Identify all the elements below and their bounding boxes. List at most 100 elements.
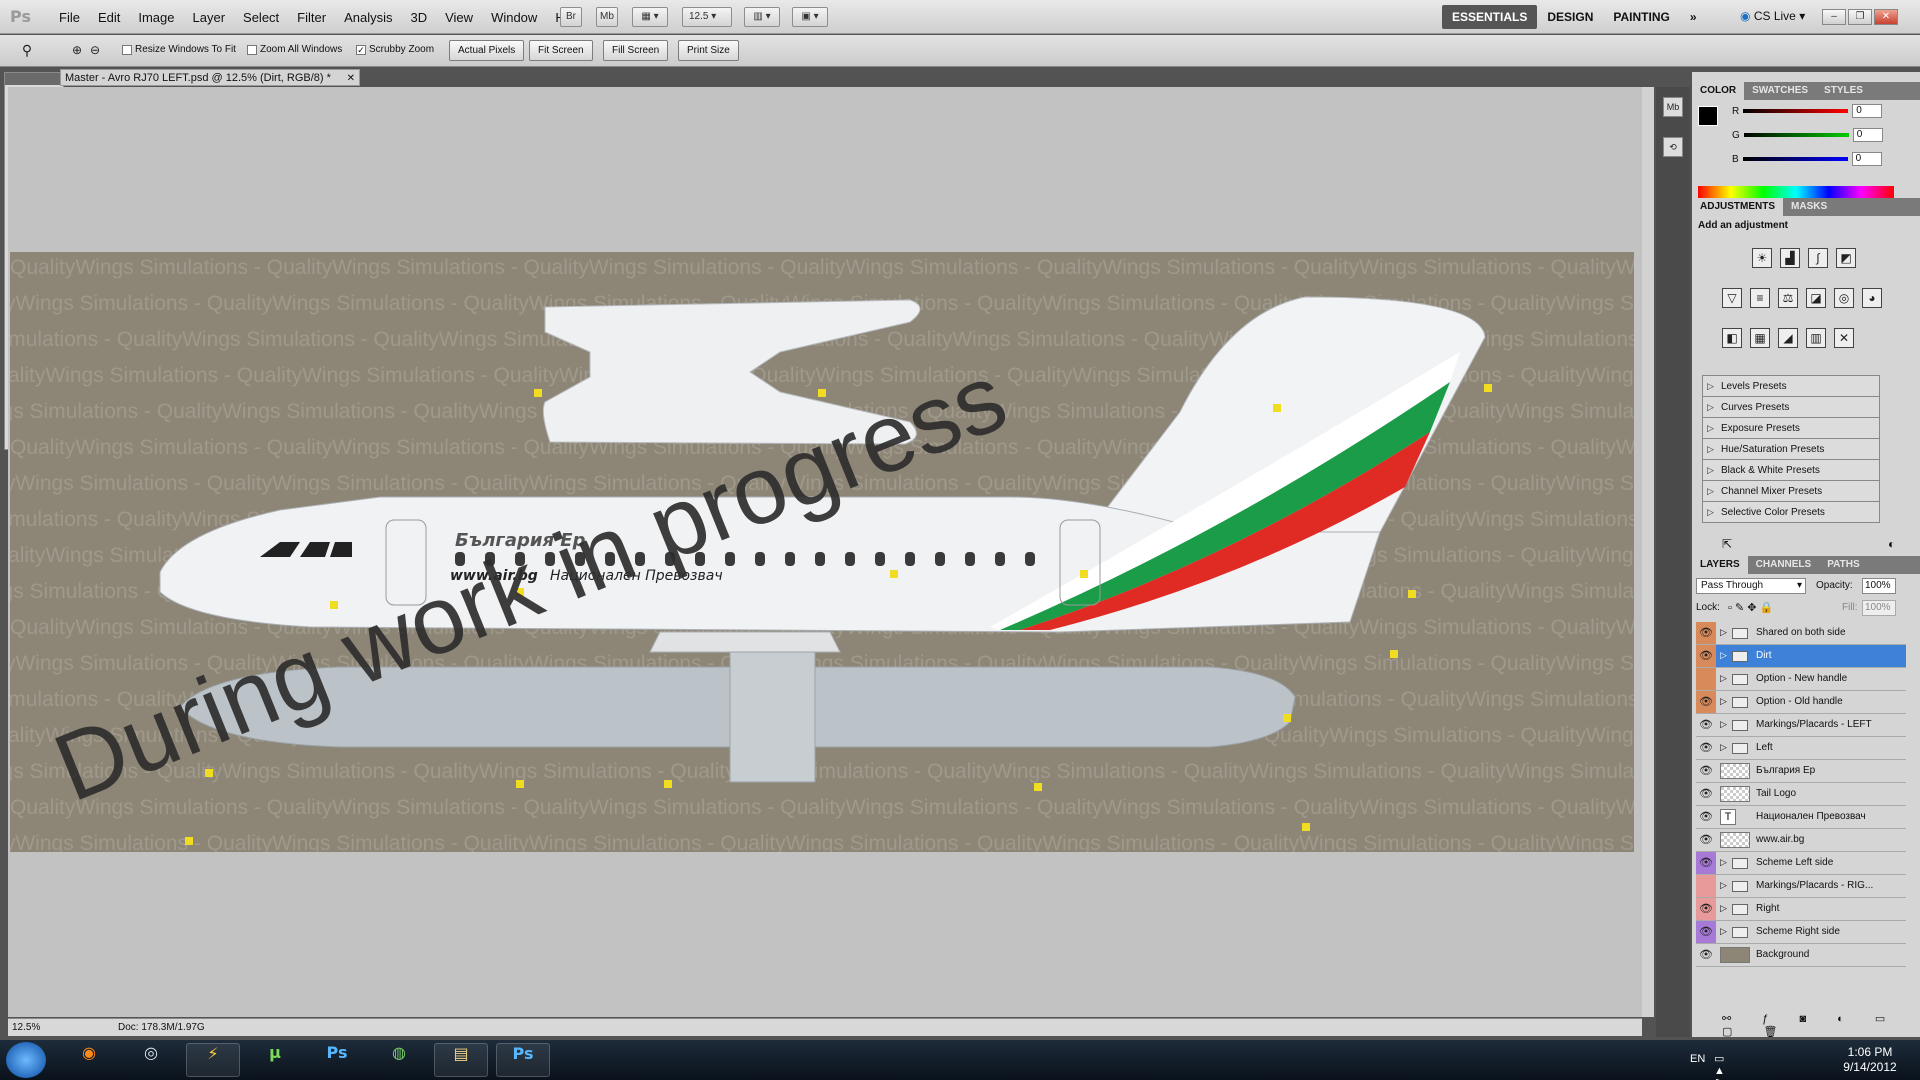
- posterize-icon[interactable]: ▦: [1750, 328, 1770, 348]
- vertical-scrollbar[interactable]: [1642, 87, 1654, 1017]
- layer-row[interactable]: ▷ Option - New handle: [1696, 668, 1906, 691]
- visibility-eye-icon[interactable]: 👁: [1696, 691, 1716, 713]
- tab-paths[interactable]: PATHS: [1819, 556, 1867, 574]
- layer-row[interactable]: 👁 ▷ Markings/Placards - LEFT: [1696, 714, 1906, 737]
- minimize-button[interactable]: –: [1822, 9, 1846, 25]
- arrange-documents-icon[interactable]: ▥ ▾: [744, 7, 780, 27]
- preset-channel-mixer[interactable]: Channel Mixer Presets: [1703, 481, 1879, 502]
- menu-select[interactable]: Select: [234, 10, 288, 25]
- visibility-eye-icon[interactable]: 👁: [1696, 898, 1716, 920]
- tab-color[interactable]: COLOR: [1692, 82, 1745, 100]
- expand-arrow-icon[interactable]: ▷: [1720, 857, 1727, 868]
- visibility-eye-icon[interactable]: 👁: [1696, 737, 1716, 759]
- fill-screen-button[interactable]: Fill Screen: [603, 40, 669, 61]
- taskbar-app-mvp[interactable]: ◎: [124, 1043, 178, 1077]
- layer-row[interactable]: 👁 www.air.bg: [1696, 829, 1906, 852]
- layer-row[interactable]: 👁 България Ер: [1696, 760, 1906, 783]
- zoom-level-select[interactable]: 12.5 ▾: [682, 7, 732, 27]
- layer-row[interactable]: 👁 ▷ Scheme Right side: [1696, 921, 1906, 944]
- menu-3d[interactable]: 3D: [401, 10, 436, 25]
- selective-color-icon[interactable]: ✕: [1834, 328, 1854, 348]
- gradient-map-icon[interactable]: ▥: [1806, 328, 1826, 348]
- preset-curves[interactable]: Curves Presets: [1703, 397, 1879, 418]
- preset-black-white[interactable]: Black & White Presets: [1703, 460, 1879, 481]
- visibility-eye-icon[interactable]: 👁: [1696, 806, 1716, 828]
- expand-arrow-icon[interactable]: ▷: [1720, 650, 1727, 661]
- expand-arrow-icon[interactable]: ▷: [1720, 719, 1727, 730]
- blue-channel-value[interactable]: 0: [1851, 152, 1882, 166]
- visibility-eye-icon[interactable]: 👁: [1696, 622, 1716, 644]
- start-button[interactable]: [6, 1042, 46, 1078]
- visibility-eye-icon[interactable]: 👁: [1696, 829, 1716, 851]
- taskbar-app-utorrent[interactable]: µ: [248, 1043, 302, 1077]
- workspace-essentials[interactable]: ESSENTIALS: [1442, 5, 1538, 29]
- layer-row[interactable]: 👁 ▷ Dirt: [1696, 645, 1906, 668]
- vibrance-icon[interactable]: ▽: [1722, 288, 1742, 308]
- layer-row[interactable]: 👁 ▷ Left: [1696, 737, 1906, 760]
- visibility-eye-icon[interactable]: [1696, 668, 1716, 690]
- document-tab[interactable]: Master - Avro RJ70 LEFT.psd @ 12.5% (Dir…: [60, 69, 360, 86]
- screen-mode-icon[interactable]: ▣ ▾: [792, 7, 828, 27]
- history-panel-icon[interactable]: ⟲: [1663, 137, 1683, 157]
- channel-mixer-icon[interactable]: ◕: [1862, 288, 1882, 308]
- workspace-design[interactable]: DESIGN: [1537, 10, 1603, 24]
- zoom-tool-preset-icon[interactable]: ⚲: [16, 40, 38, 60]
- tab-adjustments[interactable]: ADJUSTMENTS: [1692, 198, 1784, 216]
- document-canvas-area[interactable]: QualityWings Simulations - QualityWings …: [8, 87, 1642, 1017]
- menu-view[interactable]: View: [436, 10, 482, 25]
- mini-bridge-panel-icon[interactable]: Mb: [1663, 97, 1683, 117]
- tab-styles[interactable]: STYLES: [1816, 82, 1871, 100]
- green-channel-slider[interactable]: [1743, 133, 1849, 137]
- close-button[interactable]: ✕: [1874, 9, 1898, 25]
- menu-image[interactable]: Image: [129, 10, 183, 25]
- visibility-eye-icon[interactable]: [1696, 875, 1716, 897]
- visibility-eye-icon[interactable]: 👁: [1696, 645, 1716, 667]
- visibility-eye-icon[interactable]: 👁: [1696, 944, 1716, 966]
- red-channel-value[interactable]: 0: [1852, 104, 1883, 118]
- scrubby-zoom-checkbox[interactable]: ✓ Scrubby Zoom: [356, 44, 434, 55]
- levels-icon[interactable]: ▟: [1780, 248, 1800, 268]
- bridge-button[interactable]: Br: [560, 7, 582, 27]
- visibility-eye-icon[interactable]: 👁: [1696, 852, 1716, 874]
- visibility-eye-icon[interactable]: 👁: [1696, 760, 1716, 782]
- expand-arrow-icon[interactable]: ▷: [1720, 903, 1727, 914]
- expand-arrow-icon[interactable]: ▷: [1720, 926, 1727, 937]
- color-balance-icon[interactable]: ⚖: [1778, 288, 1798, 308]
- fit-screen-button[interactable]: Fit Screen: [529, 40, 593, 61]
- exposure-icon[interactable]: ◩: [1836, 248, 1856, 268]
- layer-row[interactable]: ▷ Markings/Placards - RIG...: [1696, 875, 1906, 898]
- taskbar-app-chrome[interactable]: ◍: [372, 1043, 426, 1077]
- preset-exposure[interactable]: Exposure Presets: [1703, 418, 1879, 439]
- photo-filter-icon[interactable]: ◎: [1834, 288, 1854, 308]
- menu-layer[interactable]: Layer: [184, 10, 235, 25]
- opacity-field[interactable]: 100%: [1862, 578, 1896, 594]
- mini-bridge-button[interactable]: Mb: [596, 7, 618, 27]
- green-channel-value[interactable]: 0: [1852, 128, 1883, 142]
- expand-arrow-icon[interactable]: ▷: [1720, 880, 1727, 891]
- zoom-all-windows-box[interactable]: [247, 44, 257, 55]
- status-zoom-value[interactable]: 12.5%: [12, 1022, 40, 1033]
- visibility-eye-icon[interactable]: 👁: [1696, 783, 1716, 805]
- taskbar-app-winamp[interactable]: ⚡: [186, 1043, 240, 1077]
- layer-row[interactable]: 👁 T Национален Превозвач: [1696, 806, 1906, 829]
- restore-button[interactable]: ❐: [1848, 9, 1872, 25]
- blend-mode-select[interactable]: Pass Through ▾: [1696, 578, 1806, 594]
- red-channel-slider[interactable]: [1743, 109, 1849, 113]
- visibility-eye-icon[interactable]: 👁: [1696, 921, 1716, 943]
- threshold-icon[interactable]: ◢: [1778, 328, 1798, 348]
- black-white-icon[interactable]: ◪: [1806, 288, 1826, 308]
- scrubby-zoom-box[interactable]: ✓: [356, 44, 366, 55]
- close-document-icon[interactable]: ✕: [347, 70, 355, 87]
- color-panel-foreground[interactable]: [1698, 106, 1718, 126]
- expand-arrow-icon[interactable]: ▷: [1720, 673, 1727, 684]
- expand-arrow-icon[interactable]: ▷: [1720, 742, 1727, 753]
- layer-row[interactable]: 👁 ▷ Right: [1696, 898, 1906, 921]
- taskbar-clock[interactable]: 1:06 PM 9/14/2012: [1835, 1045, 1905, 1075]
- curves-icon[interactable]: ∫: [1808, 248, 1828, 268]
- taskbar-app-firefox[interactable]: ◉: [62, 1043, 116, 1077]
- layer-row[interactable]: 👁 ▷ Option - Old handle: [1696, 691, 1906, 714]
- zoom-all-windows-checkbox[interactable]: Zoom All Windows: [247, 44, 342, 55]
- tab-swatches[interactable]: SWATCHES: [1744, 82, 1816, 100]
- language-indicator[interactable]: EN: [1690, 1053, 1705, 1065]
- expand-arrow-icon[interactable]: ▷: [1720, 627, 1727, 638]
